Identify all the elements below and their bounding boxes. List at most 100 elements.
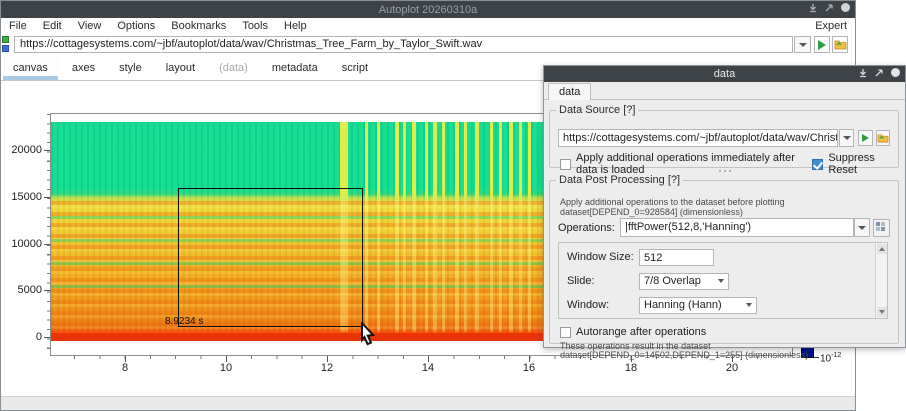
address-row: https://cottagesystems.com/~jbf/autoplot… bbox=[1, 33, 855, 56]
window-menu-icon[interactable] bbox=[840, 2, 851, 13]
data-source-group: Data Source [?] https://cottagesystems.c… bbox=[549, 104, 899, 168]
chevron-down-icon bbox=[718, 279, 724, 283]
chevron-down-icon bbox=[746, 303, 752, 307]
selection-rectangle[interactable] bbox=[178, 188, 363, 327]
spectrogram-streak bbox=[528, 122, 531, 341]
operations-input[interactable]: |fftPower(512,8,'Hanning') bbox=[620, 218, 854, 237]
menu-bookmarks[interactable]: Bookmarks bbox=[163, 20, 234, 32]
y-tick bbox=[44, 197, 50, 198]
spectrogram-streak bbox=[433, 122, 437, 341]
operations-dropdown-button[interactable] bbox=[854, 218, 870, 237]
panel-scrollbar[interactable] bbox=[875, 243, 887, 318]
operations-filter-button[interactable] bbox=[873, 219, 890, 237]
y-tick-label: 20000 bbox=[0, 144, 42, 156]
expand-icon[interactable] bbox=[824, 3, 834, 13]
tab-axes[interactable]: axes bbox=[60, 57, 107, 80]
tab-layout[interactable]: layout bbox=[154, 57, 207, 80]
tab-style[interactable]: style bbox=[107, 57, 154, 80]
window-size-input[interactable]: 512 bbox=[639, 249, 714, 266]
autorange-label: Autorange after operations bbox=[576, 326, 706, 338]
spectrogram-streak bbox=[442, 122, 445, 341]
play-icon bbox=[862, 134, 869, 142]
menu-options[interactable]: Options bbox=[109, 20, 163, 32]
spectrogram-streak bbox=[395, 122, 399, 341]
y-tick-label: 15000 bbox=[0, 191, 42, 203]
x-tick-label: 12 bbox=[312, 362, 342, 374]
expert-mode-label[interactable]: Expert bbox=[807, 20, 855, 32]
plot-go-button[interactable] bbox=[814, 36, 830, 53]
window-size-label: Window Size: bbox=[567, 251, 639, 263]
chevron-down-icon bbox=[843, 136, 851, 140]
post-processing-legend[interactable]: Data Post Processing [?] bbox=[556, 174, 683, 186]
x-tick-label: 14 bbox=[413, 362, 443, 374]
slide-label: Slide: bbox=[567, 275, 639, 287]
colorbar-tick bbox=[814, 357, 819, 358]
tab-script[interactable]: script bbox=[330, 57, 380, 80]
spectrogram-streak bbox=[519, 122, 522, 341]
tab-metadata[interactable]: metadata bbox=[260, 57, 330, 80]
address-input[interactable]: https://cottagesystems.com/~jbf/autoplot… bbox=[14, 36, 793, 53]
spectrogram-streak bbox=[509, 122, 513, 341]
dialog-title: data bbox=[544, 68, 905, 80]
x-tick-label: 8 bbox=[110, 362, 140, 374]
colorbar-mantissa: 10 bbox=[820, 353, 831, 364]
dialog-url-dropdown-button[interactable] bbox=[839, 129, 854, 147]
dialog-tabrow: data bbox=[544, 82, 905, 100]
menu-view[interactable]: View bbox=[70, 20, 110, 32]
data-source-legend[interactable]: Data Source [?] bbox=[556, 104, 638, 116]
chevron-down-icon bbox=[799, 43, 807, 47]
tab-data[interactable]: (data) bbox=[207, 57, 260, 80]
y-tick-label: 5000 bbox=[0, 284, 42, 296]
y-tick bbox=[44, 244, 50, 245]
y-tick bbox=[44, 290, 50, 291]
folder-icon bbox=[877, 133, 889, 143]
menu-file[interactable]: File bbox=[1, 20, 35, 32]
menu-help[interactable]: Help bbox=[276, 20, 315, 32]
operations-label: Operations: bbox=[558, 222, 620, 234]
main-titlebar[interactable]: Autoplot 20260310a bbox=[1, 1, 855, 18]
dialog-menu-icon[interactable] bbox=[890, 67, 901, 78]
screen: Autoplot 20260310a File Edit View Option… bbox=[0, 0, 906, 411]
y-tick-label: 0 bbox=[0, 331, 42, 343]
autorange-checkbox[interactable] bbox=[560, 327, 571, 338]
dialog-titlebar[interactable]: data bbox=[544, 66, 905, 82]
x-tick-label: 18 bbox=[616, 362, 646, 374]
folder-icon bbox=[834, 39, 847, 50]
chevron-down-icon bbox=[858, 226, 866, 230]
spectrogram-streak bbox=[365, 122, 368, 341]
splitter-handle[interactable] bbox=[544, 168, 905, 173]
menu-tools[interactable]: Tools bbox=[234, 20, 276, 32]
y-tick-label: 10000 bbox=[0, 238, 42, 250]
connection-status-icon bbox=[2, 36, 11, 53]
dialog-dock-icon[interactable] bbox=[858, 68, 868, 78]
window-select[interactable]: Hanning (Hann) bbox=[639, 297, 757, 314]
scroll-down-icon[interactable] bbox=[877, 307, 887, 317]
mouse-cursor-icon bbox=[358, 322, 380, 353]
post-processing-description: Apply additional operations to the datas… bbox=[560, 197, 785, 207]
dialog-open-file-button[interactable] bbox=[876, 130, 890, 146]
address-dropdown-button[interactable] bbox=[794, 36, 811, 53]
window-label: Window: bbox=[567, 299, 639, 311]
status-bar bbox=[1, 396, 855, 410]
dialog-plot-button[interactable] bbox=[858, 130, 872, 146]
x-tick-label: 10 bbox=[211, 362, 241, 374]
spectrogram-streak bbox=[499, 122, 502, 341]
operation-editor-panel: Window Size: 512 Slide: 7/8 Overlap Wind… bbox=[558, 242, 888, 319]
y-tick bbox=[44, 337, 50, 338]
tab-canvas[interactable]: canvas bbox=[1, 57, 60, 80]
dialog-tab-data[interactable]: data bbox=[548, 83, 591, 100]
dialog-url-input[interactable]: https://cottagesystems.com/~jbf/autoplot… bbox=[558, 129, 838, 147]
menu-edit[interactable]: Edit bbox=[35, 20, 70, 32]
y-tick bbox=[44, 150, 50, 151]
dock-icon[interactable] bbox=[808, 3, 818, 13]
window-value: Hanning (Hann) bbox=[644, 299, 722, 311]
spectrogram-streak bbox=[425, 122, 428, 341]
menubar: File Edit View Options Bookmarks Tools H… bbox=[1, 18, 855, 33]
scroll-up-icon[interactable] bbox=[877, 244, 887, 254]
slide-select[interactable]: 7/8 Overlap bbox=[639, 273, 729, 290]
dialog-expand-icon[interactable] bbox=[874, 68, 884, 78]
window-title: Autoplot 20260310a bbox=[1, 4, 855, 16]
colorbar-exponent: -12 bbox=[831, 352, 841, 359]
open-file-button[interactable] bbox=[832, 36, 848, 53]
spectrogram-streak bbox=[475, 122, 479, 341]
